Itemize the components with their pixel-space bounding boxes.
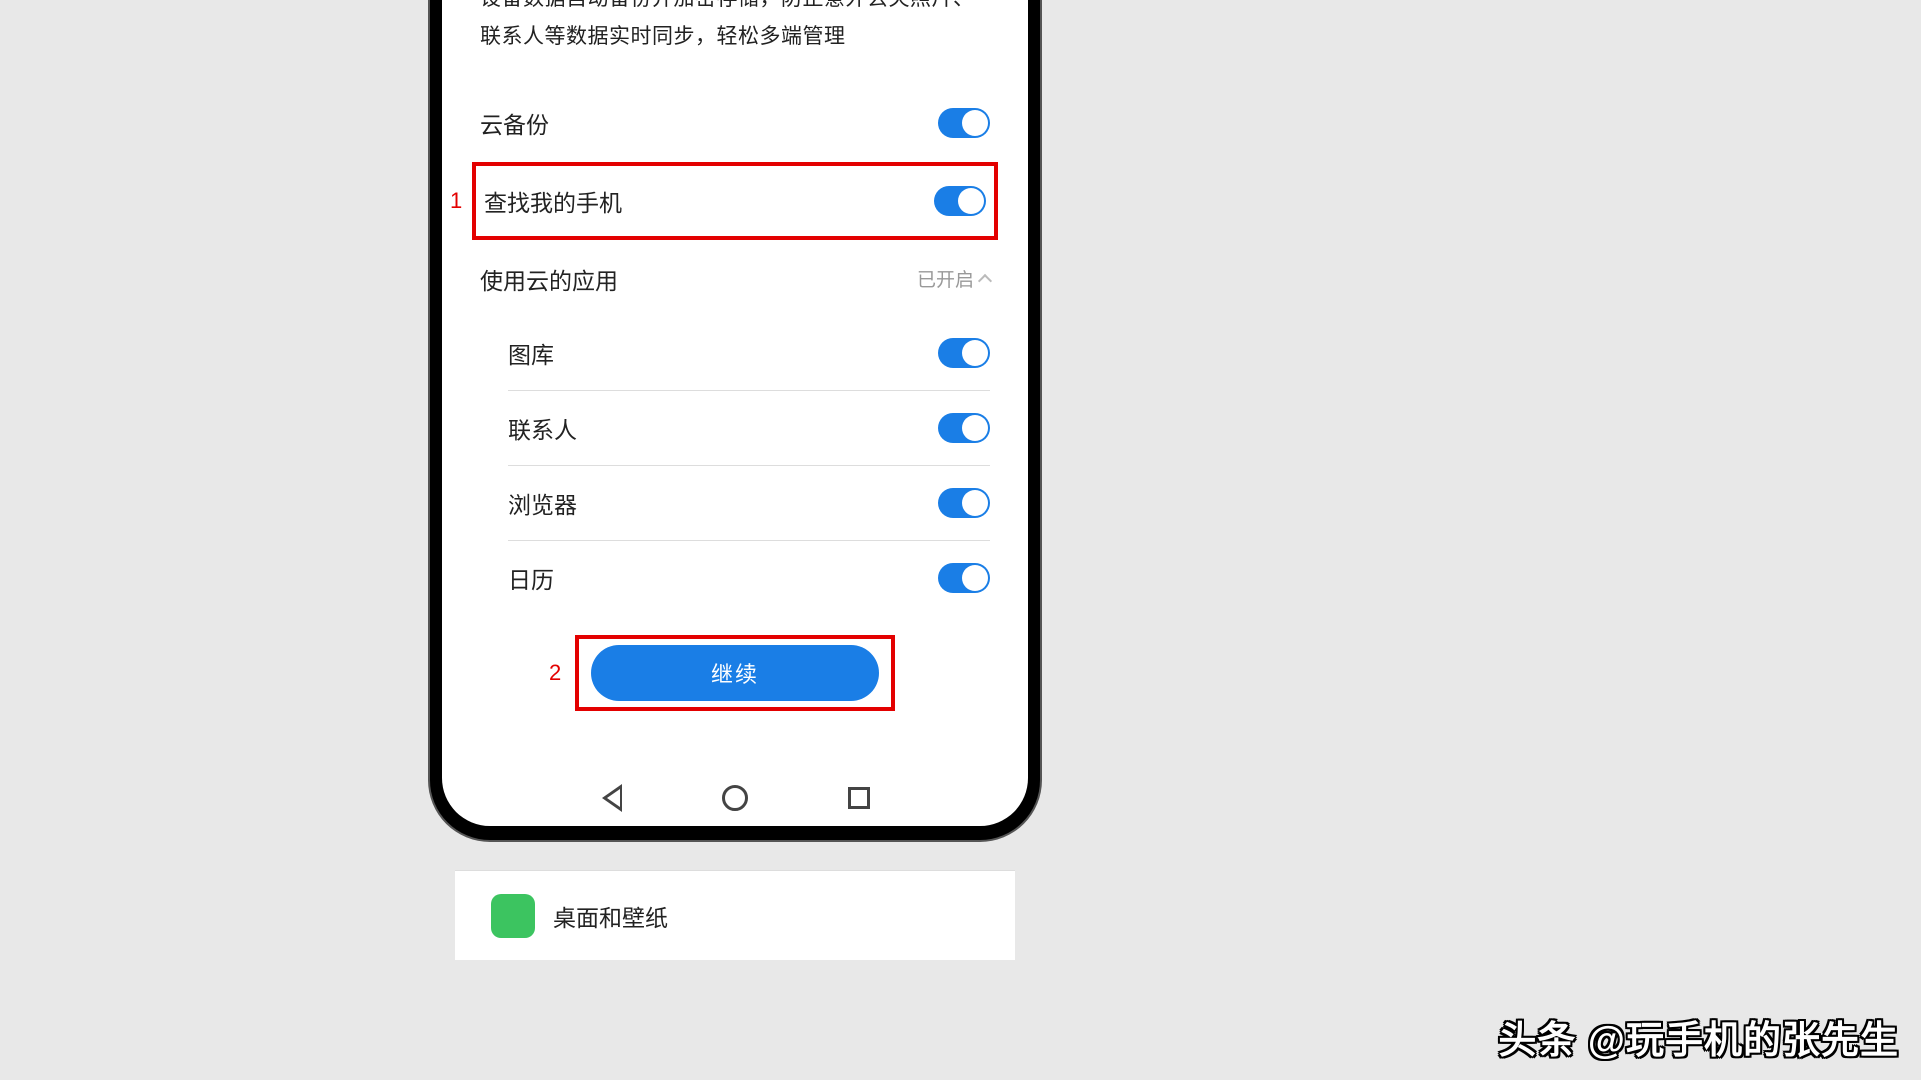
feature-description: 设备数据自动备份并加密存储，防止意外丢失照片、联系人等数据实时同步，轻松多端管理 (480, 0, 990, 56)
phone-screen: 设备数据自动备份并加密存储，防止意外丢失照片、联系人等数据实时同步，轻松多端管理… (442, 0, 1028, 826)
cloud-apps-status-text: 已开启 (917, 265, 974, 292)
app-calendar-toggle[interactable] (938, 563, 990, 593)
app-browser-label: 浏览器 (508, 486, 938, 520)
find-phone-toggle[interactable] (934, 186, 986, 216)
find-phone-highlight: 1 查找我的手机 (480, 162, 990, 240)
app-contacts-toggle[interactable] (938, 413, 990, 443)
home-icon (722, 785, 748, 811)
cloud-apps-status: 已开启 (917, 265, 990, 292)
nav-recent-button[interactable] (845, 784, 873, 812)
app-gallery-label: 图库 (508, 336, 938, 370)
nav-back-button[interactable] (598, 784, 626, 812)
cloud-backup-toggle[interactable] (938, 108, 990, 138)
app-contacts-label: 联系人 (508, 411, 938, 445)
cloud-backup-label: 云备份 (480, 106, 938, 140)
next-settings-label: 桌面和壁纸 (553, 899, 668, 933)
app-gallery-toggle[interactable] (938, 338, 990, 368)
cloud-backup-row[interactable]: 云备份 (480, 86, 990, 160)
watermark: 头条 @玩手机的张先生 (1498, 1009, 1899, 1064)
cloud-apps-label: 使用云的应用 (480, 262, 917, 296)
cloud-apps-header[interactable]: 使用云的应用 已开启 (480, 242, 990, 316)
wallpaper-icon (491, 894, 535, 938)
app-calendar-row[interactable]: 日历 (480, 541, 990, 615)
next-settings-item[interactable]: 桌面和壁纸 (455, 870, 1015, 960)
app-calendar-label: 日历 (508, 561, 938, 595)
annotation-1: 1 (450, 188, 462, 214)
app-contacts-row[interactable]: 联系人 (480, 391, 990, 465)
phone-frame: 设备数据自动备份并加密存储，防止意外丢失照片、联系人等数据实时同步，轻松多端管理… (430, 0, 1040, 840)
app-browser-row[interactable]: 浏览器 (480, 466, 990, 540)
chevron-up-icon (978, 274, 992, 288)
app-browser-toggle[interactable] (938, 488, 990, 518)
nav-home-button[interactable] (721, 784, 749, 812)
find-phone-row[interactable]: 查找我的手机 (484, 180, 986, 222)
find-phone-label: 查找我的手机 (484, 184, 934, 218)
continue-button[interactable]: 继续 (591, 645, 879, 701)
app-gallery-row[interactable]: 图库 (480, 316, 990, 390)
recent-icon (848, 787, 870, 809)
android-navbar (442, 784, 1028, 812)
annotation-2: 2 (549, 660, 561, 686)
continue-highlight: 2 继续 (575, 635, 895, 711)
